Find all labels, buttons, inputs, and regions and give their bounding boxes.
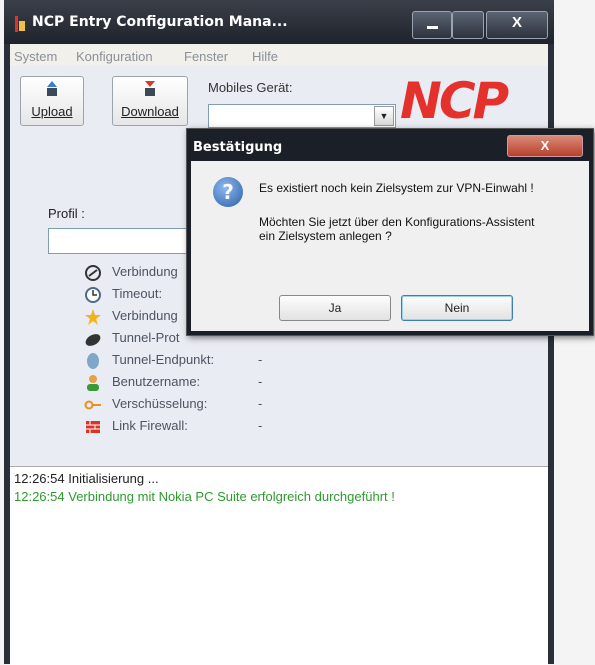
info-label: Tunnel-Prot (112, 330, 180, 345)
no-button[interactable]: Nein (401, 295, 513, 321)
info-label: Verschüsselung: (112, 396, 208, 411)
dialog-question-line1: Möchten Sie jetzt über den Konfiguration… (259, 215, 535, 229)
log-panel[interactable]: 12:26:54 Initialisierung ... 12:26:54 Ve… (10, 466, 548, 665)
window-title: NCP Entry Configuration Mana... (32, 14, 288, 30)
menu-hilfe[interactable]: Hilfe (252, 49, 278, 64)
confirmation-dialog: Bestätigung X ? Es existiert noch kein Z… (186, 128, 594, 336)
info-value: - (258, 418, 263, 433)
log-line: 12:26:54 Verbindung mit Nokia PC Suite e… (14, 489, 395, 504)
firewall-icon (86, 421, 100, 433)
close-button[interactable]: X (486, 11, 548, 39)
download-label: Download (121, 104, 179, 119)
clock-icon (85, 287, 101, 303)
profile-label: Profil : (48, 206, 85, 221)
background (554, 334, 595, 664)
app-icon (15, 16, 25, 32)
info-label: Benutzername: (112, 374, 201, 389)
star-icon (85, 309, 101, 325)
info-label: Link Firewall: (112, 418, 188, 433)
info-value: - (258, 396, 263, 411)
log-line: 12:26:54 Initialisierung ... (14, 471, 159, 486)
menu-system[interactable]: System (14, 49, 57, 64)
tunnel-protocol-icon (85, 334, 101, 346)
tunnel-endpoint-icon (87, 353, 99, 369)
mobile-device-label: Mobiles Gerät: (208, 80, 293, 95)
menu-fenster[interactable]: Fenster (184, 49, 228, 64)
download-icon (145, 81, 155, 96)
close-icon: X (540, 138, 550, 153)
dialog-title: Bestätigung (193, 140, 283, 155)
log-time: 12:26:54 (14, 471, 65, 486)
ncp-logo: NCP (400, 72, 509, 130)
upload-icon (47, 81, 57, 96)
menu-bar: System Konfiguration Fenster Hilfe (10, 44, 548, 66)
info-label: Tunnel-Endpunkt: (112, 352, 215, 367)
minimize-icon (427, 26, 438, 29)
question-icon: ? (213, 177, 243, 207)
dialog-message: Es existiert noch kein Zielsystem zur VP… (259, 181, 534, 195)
title-bar[interactable]: NCP Entry Configuration Mana... X (4, 0, 554, 44)
chevron-down-icon[interactable]: ▼ (374, 106, 394, 126)
dialog-body: ? Es existiert noch kein Zielsystem zur … (191, 161, 589, 331)
profile-select[interactable] (48, 228, 200, 254)
dialog-close-button[interactable]: X (507, 135, 583, 157)
close-icon: X (511, 14, 522, 31)
info-label: Verbindung (112, 264, 178, 279)
mobile-device-select[interactable]: ▼ (208, 104, 396, 128)
dialog-question-line2: ein Zielsystem anlegen ? (259, 229, 392, 243)
info-value: - (258, 374, 263, 389)
menu-konfiguration[interactable]: Konfiguration (76, 49, 153, 64)
log-text: Verbindung mit Nokia PC Suite erfolgreic… (68, 489, 395, 504)
yes-button[interactable]: Ja (279, 295, 391, 321)
user-icon (87, 375, 99, 391)
info-label: Verbindung (112, 308, 178, 323)
connection-icon (85, 265, 101, 281)
upload-button[interactable]: Upload (20, 76, 84, 126)
download-button[interactable]: Download (112, 76, 188, 126)
info-value: - (258, 352, 263, 367)
info-label: Timeout: (112, 286, 163, 301)
minimize-button[interactable] (412, 11, 452, 39)
key-icon (84, 400, 101, 410)
maximize-button[interactable] (452, 11, 484, 39)
log-text: Initialisierung ... (68, 471, 159, 486)
log-time: 12:26:54 (14, 489, 65, 504)
upload-label: Upload (31, 104, 73, 119)
